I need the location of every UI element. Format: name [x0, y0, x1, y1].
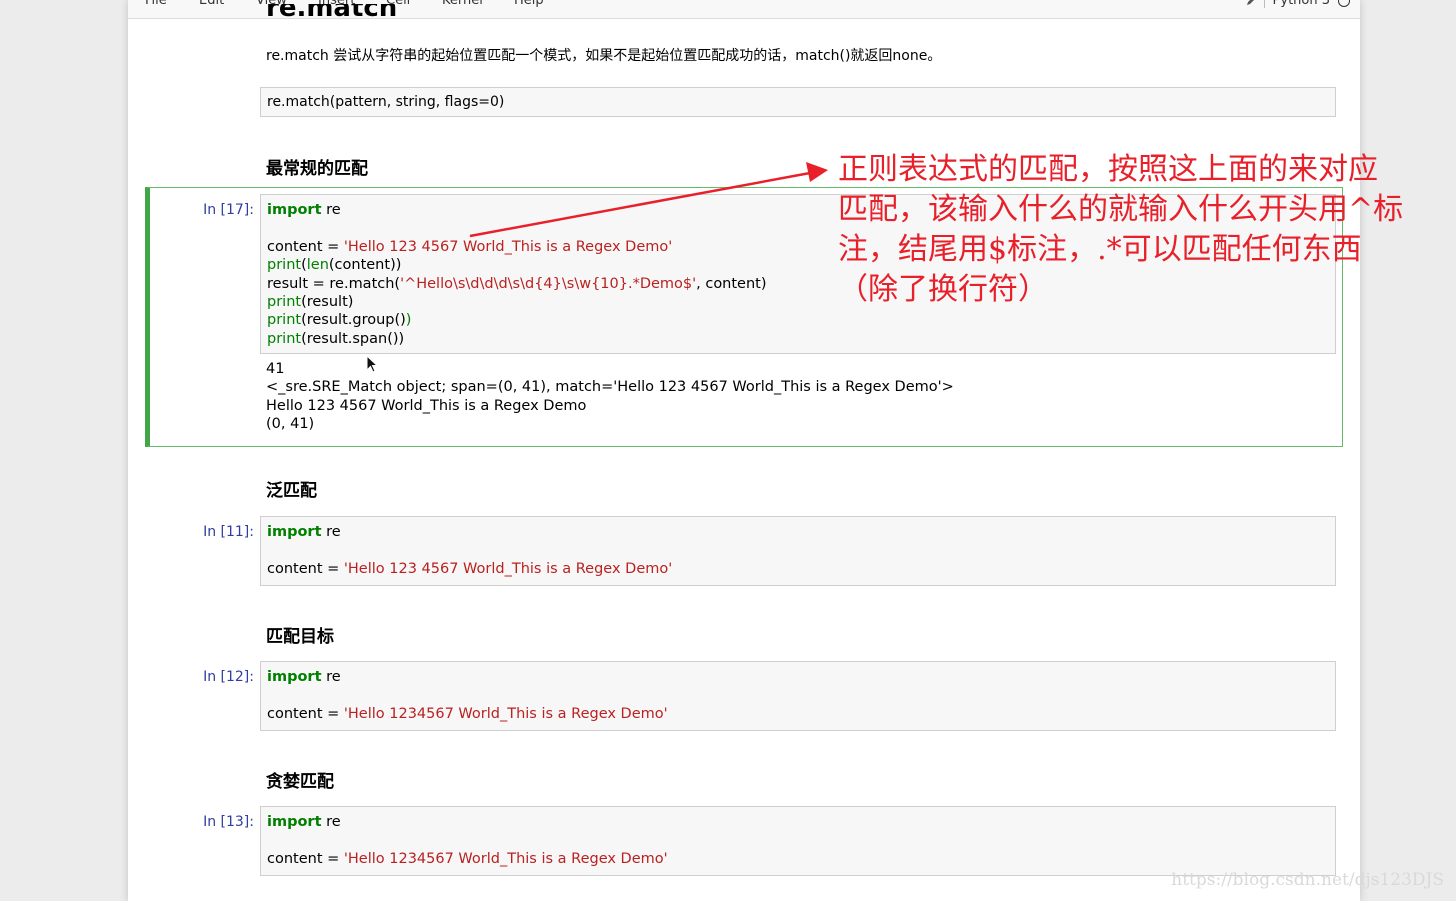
watermark: https://blog.csdn.net/djs123DJS — [1171, 870, 1444, 890]
mouse-cursor-icon — [366, 355, 379, 373]
annotation-arrow — [469, 162, 828, 238]
annotation-note: 正则表达式的匹配，按照这上面的来对应 匹配，该输入什么的就输入什么开头用^标 注… — [838, 152, 1404, 307]
